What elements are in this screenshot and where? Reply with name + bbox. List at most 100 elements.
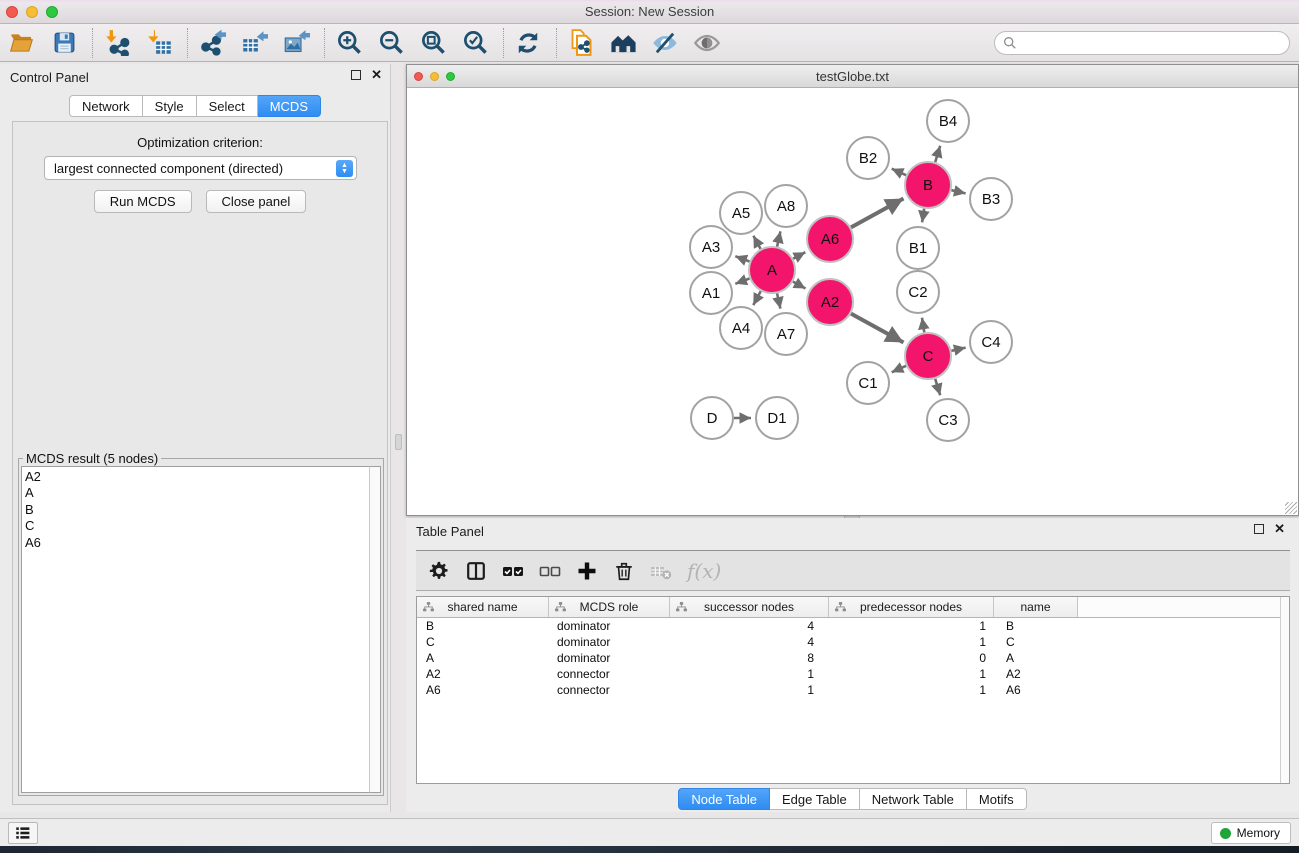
- graph-edge[interactable]: [892, 169, 906, 176]
- tab-motifs[interactable]: Motifs: [967, 788, 1027, 810]
- close-table-panel-icon[interactable]: ✕: [1274, 524, 1285, 534]
- float-table-panel-icon[interactable]: [1254, 524, 1264, 534]
- tab-mcds[interactable]: MCDS: [258, 95, 321, 117]
- graph-edge[interactable]: [735, 279, 749, 284]
- result-item[interactable]: A6: [25, 535, 369, 551]
- graph-edge[interactable]: [951, 190, 965, 193]
- zoom-out-icon[interactable]: [374, 26, 408, 60]
- resize-grip[interactable]: [1285, 502, 1297, 514]
- graph-edge[interactable]: [922, 318, 924, 333]
- graph-edge[interactable]: [735, 256, 749, 261]
- create-column-icon[interactable]: [572, 556, 602, 586]
- column-header-mcds-role[interactable]: MCDS role: [549, 597, 670, 617]
- graph-edge[interactable]: [935, 379, 940, 395]
- graph-node[interactable]: B: [905, 162, 951, 208]
- refresh-view-icon[interactable]: [511, 26, 545, 60]
- graph-node[interactable]: A4: [720, 307, 762, 349]
- table-settings-gear-icon[interactable]: [424, 556, 454, 586]
- vertical-splitter-handle[interactable]: [395, 434, 402, 450]
- graph-node[interactable]: B3: [970, 178, 1012, 220]
- search-input[interactable]: [1017, 33, 1289, 53]
- column-header-shared-name[interactable]: shared name: [417, 597, 549, 617]
- node-table[interactable]: shared name MCDS role successor nodes pr…: [416, 596, 1290, 784]
- tab-network-table[interactable]: Network Table: [860, 788, 967, 810]
- graph-edge[interactable]: [851, 314, 904, 343]
- home-layout-icon[interactable]: [606, 26, 640, 60]
- task-history-button[interactable]: [8, 822, 38, 844]
- result-item[interactable]: A: [25, 485, 369, 501]
- deselect-all-rows-icon[interactable]: [535, 556, 565, 586]
- table-row[interactable]: Cdominator41C: [417, 634, 1289, 650]
- network-graph[interactable]: A A1 A2 A3 A4 A5 A6 A7 A8 B B1 B2 B3B4 C C1 C2 C3C4 D D1: [407, 88, 1298, 515]
- graph-edge[interactable]: [753, 291, 760, 305]
- graph-edge[interactable]: [892, 366, 906, 373]
- export-image-icon[interactable]: [279, 26, 313, 60]
- graph-node[interactable]: A1: [690, 272, 732, 314]
- graph-node[interactable]: B4: [927, 100, 969, 142]
- criterion-select[interactable]: largest connected component (directed) ▲…: [44, 156, 357, 180]
- graph-node[interactable]: A7: [765, 313, 807, 355]
- graph-edge[interactable]: [922, 209, 924, 223]
- tab-select[interactable]: Select: [197, 95, 258, 117]
- delete-column-trash-icon[interactable]: [609, 556, 639, 586]
- graph-edge[interactable]: [777, 293, 780, 308]
- graph-node[interactable]: C: [905, 333, 951, 379]
- select-all-rows-icon[interactable]: [498, 556, 528, 586]
- save-session-icon[interactable]: [47, 26, 81, 60]
- column-header-predecessor-nodes[interactable]: predecessor nodes: [829, 597, 994, 617]
- close-panel-button[interactable]: Close panel: [206, 190, 307, 213]
- search-field[interactable]: [994, 31, 1290, 55]
- table-row[interactable]: A6connector11A6: [417, 682, 1289, 698]
- clone-network-icon[interactable]: [564, 26, 598, 60]
- column-header-name[interactable]: name: [994, 597, 1078, 617]
- graph-edge[interactable]: [777, 231, 780, 246]
- graph-node[interactable]: A: [749, 247, 795, 293]
- close-panel-icon[interactable]: ✕: [371, 70, 382, 80]
- zoom-selected-icon[interactable]: [458, 26, 492, 60]
- table-scrollbar[interactable]: [1280, 597, 1289, 783]
- graph-node[interactable]: A5: [720, 192, 762, 234]
- mcds-result-list[interactable]: A2ABCA6: [21, 466, 369, 793]
- graph-node[interactable]: C1: [847, 362, 889, 404]
- graph-node[interactable]: D: [691, 397, 733, 439]
- result-scrollbar[interactable]: [369, 466, 381, 793]
- zoom-fit-icon[interactable]: [416, 26, 450, 60]
- export-network-icon[interactable]: [195, 26, 229, 60]
- graph-edge[interactable]: [793, 282, 806, 289]
- result-item[interactable]: B: [25, 502, 369, 518]
- graph-edge[interactable]: [793, 252, 805, 259]
- tab-edge-table[interactable]: Edge Table: [770, 788, 860, 810]
- memory-button[interactable]: Memory: [1211, 822, 1291, 844]
- graph-node[interactable]: B2: [847, 137, 889, 179]
- graph-node[interactable]: A2: [807, 279, 853, 325]
- result-item[interactable]: C: [25, 518, 369, 534]
- table-row[interactable]: Adominator80A: [417, 650, 1289, 666]
- hide-eye-icon[interactable]: [648, 26, 682, 60]
- run-mcds-button[interactable]: Run MCDS: [94, 190, 192, 213]
- zoom-in-icon[interactable]: [332, 26, 366, 60]
- graph-node[interactable]: C3: [927, 399, 969, 441]
- graph-node[interactable]: A6: [807, 216, 853, 262]
- graph-edge[interactable]: [753, 236, 760, 249]
- tab-style[interactable]: Style: [143, 95, 197, 117]
- column-visibility-icon[interactable]: [461, 556, 491, 586]
- graph-node[interactable]: B1: [897, 227, 939, 269]
- import-network-icon[interactable]: [100, 26, 134, 60]
- graph-edge[interactable]: [851, 199, 904, 228]
- graph-edge[interactable]: [935, 146, 940, 162]
- graph-node[interactable]: A3: [690, 226, 732, 268]
- open-file-icon[interactable]: [5, 26, 39, 60]
- tab-network[interactable]: Network: [69, 95, 143, 117]
- result-item[interactable]: A2: [25, 469, 369, 485]
- graph-node[interactable]: A8: [765, 185, 807, 227]
- tab-node-table[interactable]: Node Table: [678, 788, 770, 810]
- import-table-icon[interactable]: [142, 26, 176, 60]
- graph-node[interactable]: C4: [970, 321, 1012, 363]
- float-panel-icon[interactable]: [351, 70, 361, 80]
- graph-node[interactable]: C2: [897, 271, 939, 313]
- graph-edge[interactable]: [951, 348, 965, 351]
- graph-node[interactable]: D1: [756, 397, 798, 439]
- table-row[interactable]: Bdominator41B: [417, 618, 1289, 634]
- export-table-icon[interactable]: [237, 26, 271, 60]
- column-header-successor-nodes[interactable]: successor nodes: [670, 597, 829, 617]
